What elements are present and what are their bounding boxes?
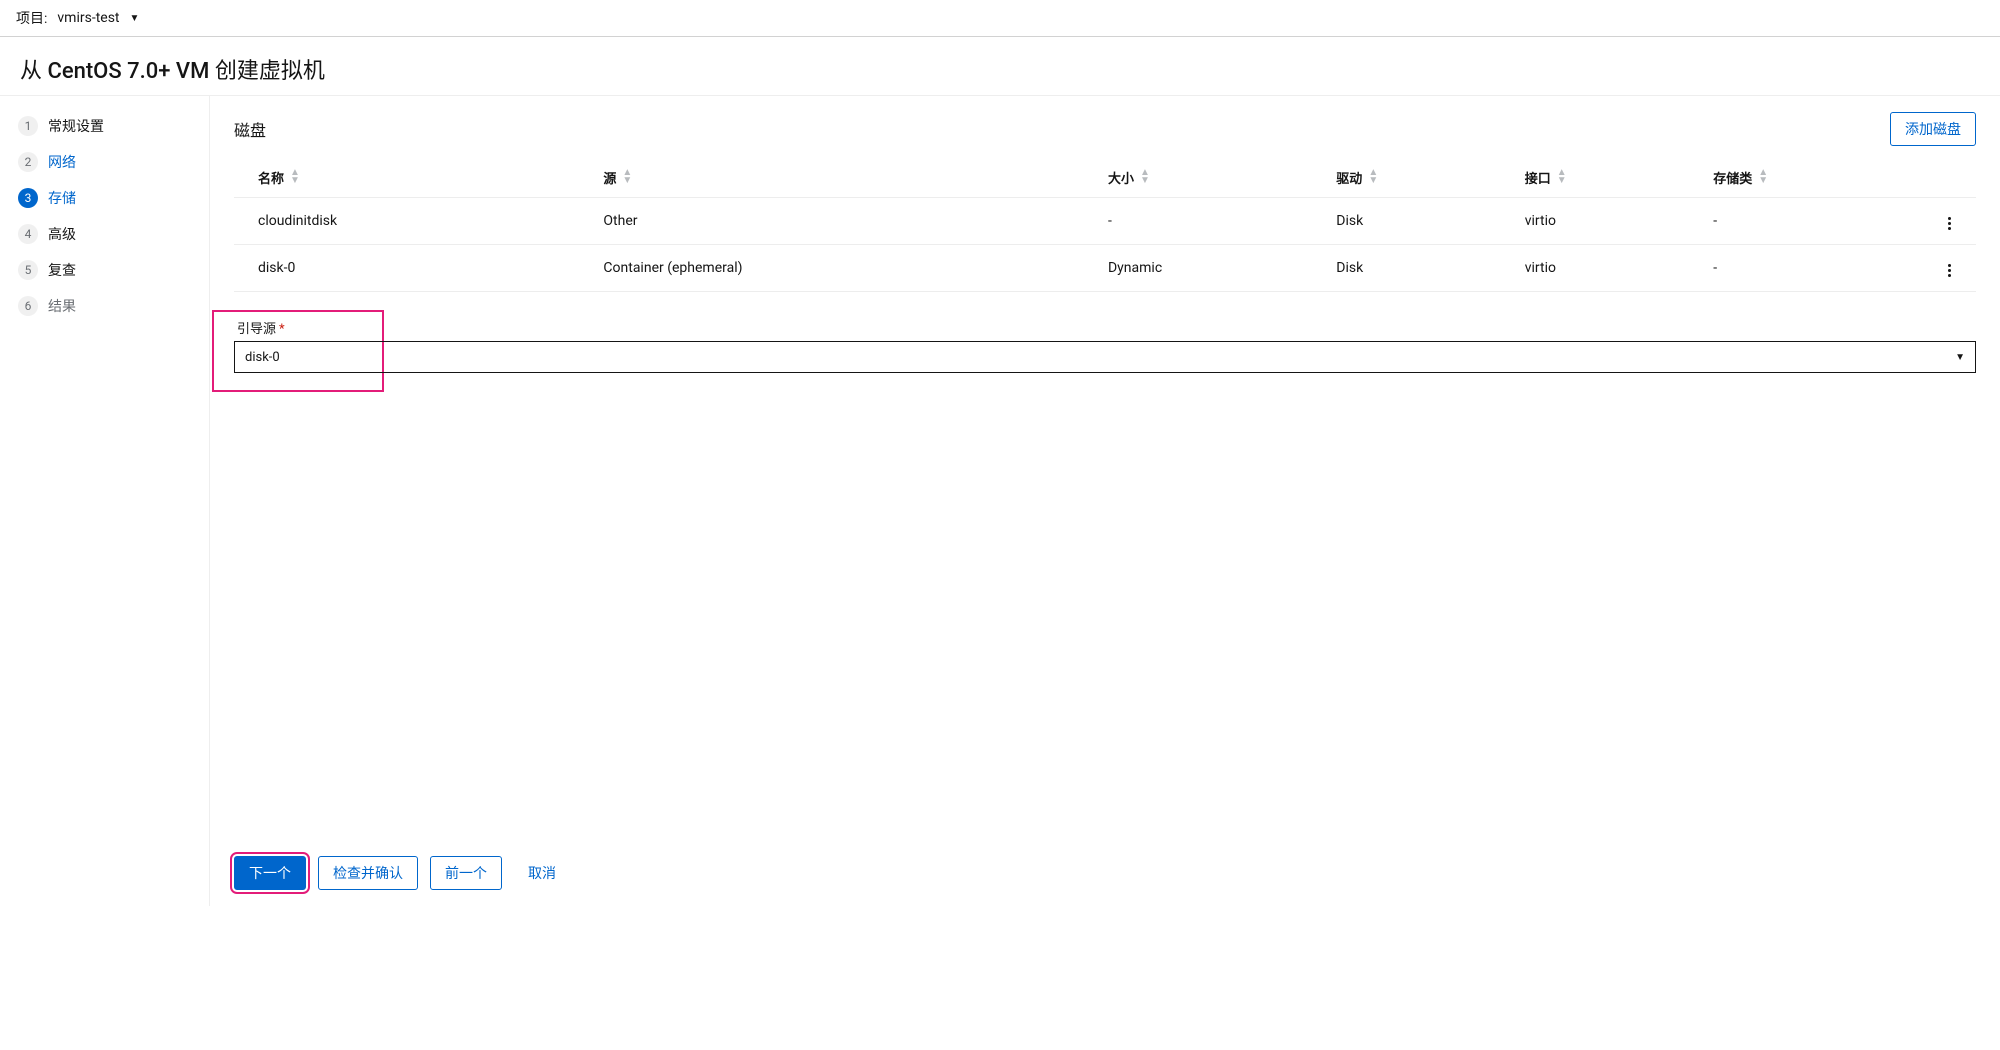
step-label: 存储 — [48, 188, 76, 208]
page-title: 从 CentOS 7.0+ VM 创建虚拟机 — [20, 53, 1980, 85]
cell-drive: Disk — [1328, 198, 1516, 245]
cell-storage-class: - — [1705, 245, 1936, 292]
step-review[interactable]: 5 复查 — [8, 252, 201, 288]
step-storage[interactable]: 3 存储 — [8, 180, 201, 216]
step-networking[interactable]: 2 网络 — [8, 144, 201, 180]
cell-source: Other — [595, 198, 1100, 245]
col-name-header[interactable]: 名称 — [234, 158, 595, 198]
cell-storage-class: - — [1705, 198, 1936, 245]
add-disk-button[interactable]: 添加磁盘 — [1890, 112, 1976, 146]
boot-source-value: disk-0 — [245, 350, 280, 365]
project-selector[interactable]: 项目: vmirs-test ▼ — [0, 0, 2000, 37]
cancel-button[interactable]: 取消 — [514, 857, 570, 889]
step-label: 网络 — [48, 152, 76, 172]
sort-icon — [622, 169, 632, 185]
wizard-steps-sidebar: 1 常规设置 2 网络 3 存储 4 高级 5 复查 6 结果 — [0, 96, 210, 906]
col-storage-class-header[interactable]: 存储类 — [1705, 158, 1936, 198]
section-title-disks: 磁盘 — [234, 117, 266, 141]
table-row: disk-0 Container (ephemeral) Dynamic Dis… — [234, 245, 1976, 292]
cell-name: cloudinitdisk — [234, 198, 595, 245]
kebab-menu-icon[interactable] — [1944, 213, 1955, 234]
boot-source-select[interactable]: disk-0 ▼ — [234, 341, 1976, 373]
step-number: 6 — [18, 296, 38, 316]
kebab-menu-icon[interactable] — [1944, 260, 1955, 281]
sort-icon — [1368, 169, 1378, 185]
main-content: 磁盘 添加磁盘 名称 源 大小 驱动 接口 存储类 — [210, 96, 2000, 906]
cell-interface: virtio — [1517, 198, 1705, 245]
step-label: 常规设置 — [48, 116, 104, 136]
project-prefix: 项目: — [16, 8, 47, 28]
step-general[interactable]: 1 常规设置 — [8, 108, 201, 144]
step-number: 1 — [18, 116, 38, 136]
cell-interface: virtio — [1517, 245, 1705, 292]
step-number: 4 — [18, 224, 38, 244]
cell-source: Container (ephemeral) — [595, 245, 1100, 292]
sort-icon — [1557, 169, 1567, 185]
col-source-header[interactable]: 源 — [595, 158, 1100, 198]
cell-name: disk-0 — [234, 245, 595, 292]
col-drive-header[interactable]: 驱动 — [1328, 158, 1516, 198]
step-label: 高级 — [48, 224, 76, 244]
cell-drive: Disk — [1328, 245, 1516, 292]
boot-source-label: 引导源* — [234, 318, 1976, 337]
step-number: 3 — [18, 188, 38, 208]
cell-size: - — [1100, 198, 1328, 245]
step-advanced[interactable]: 4 高级 — [8, 216, 201, 252]
step-result: 6 结果 — [8, 288, 201, 324]
page-header: 从 CentOS 7.0+ VM 创建虚拟机 — [0, 37, 2000, 95]
review-confirm-button[interactable]: 检查并确认 — [318, 856, 418, 890]
cell-size: Dynamic — [1100, 245, 1328, 292]
sort-icon — [290, 169, 300, 185]
col-interface-header[interactable]: 接口 — [1517, 158, 1705, 198]
disks-table: 名称 源 大小 驱动 接口 存储类 cloudinitdisk Other - — [234, 158, 1976, 292]
step-label: 结果 — [48, 296, 76, 316]
step-number: 5 — [18, 260, 38, 280]
wizard-footer: 下一个 检查并确认 前一个 取消 — [234, 832, 1976, 890]
project-name: vmirs-test — [57, 10, 119, 26]
sort-icon — [1140, 169, 1150, 185]
boot-source-group: 引导源* disk-0 ▼ — [234, 318, 1976, 373]
sort-icon — [1758, 169, 1768, 185]
caret-down-icon: ▼ — [1955, 352, 1965, 363]
step-number: 2 — [18, 152, 38, 172]
caret-down-icon: ▼ — [130, 13, 140, 24]
next-button[interactable]: 下一个 — [234, 856, 306, 890]
previous-button[interactable]: 前一个 — [430, 856, 502, 890]
step-label: 复查 — [48, 260, 76, 280]
table-row: cloudinitdisk Other - Disk virtio - — [234, 198, 1976, 245]
col-size-header[interactable]: 大小 — [1100, 158, 1328, 198]
